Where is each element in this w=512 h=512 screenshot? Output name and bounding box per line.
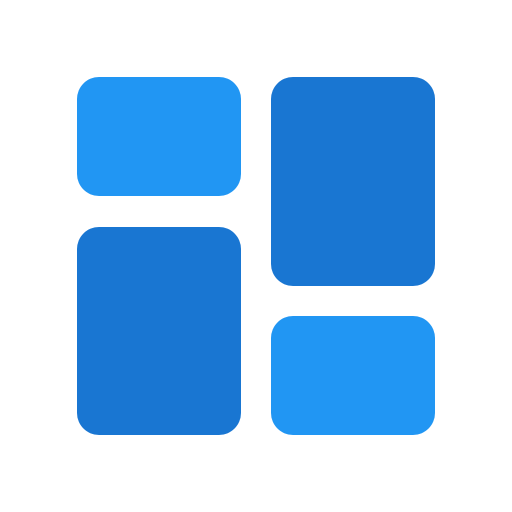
- tile-bottom-left: [77, 227, 241, 435]
- tile-bottom-right: [271, 316, 435, 435]
- tile-top-left: [77, 77, 241, 196]
- tile-top-right: [271, 77, 435, 286]
- canvas: [0, 0, 512, 512]
- dashboard-grid-icon: [77, 77, 435, 435]
